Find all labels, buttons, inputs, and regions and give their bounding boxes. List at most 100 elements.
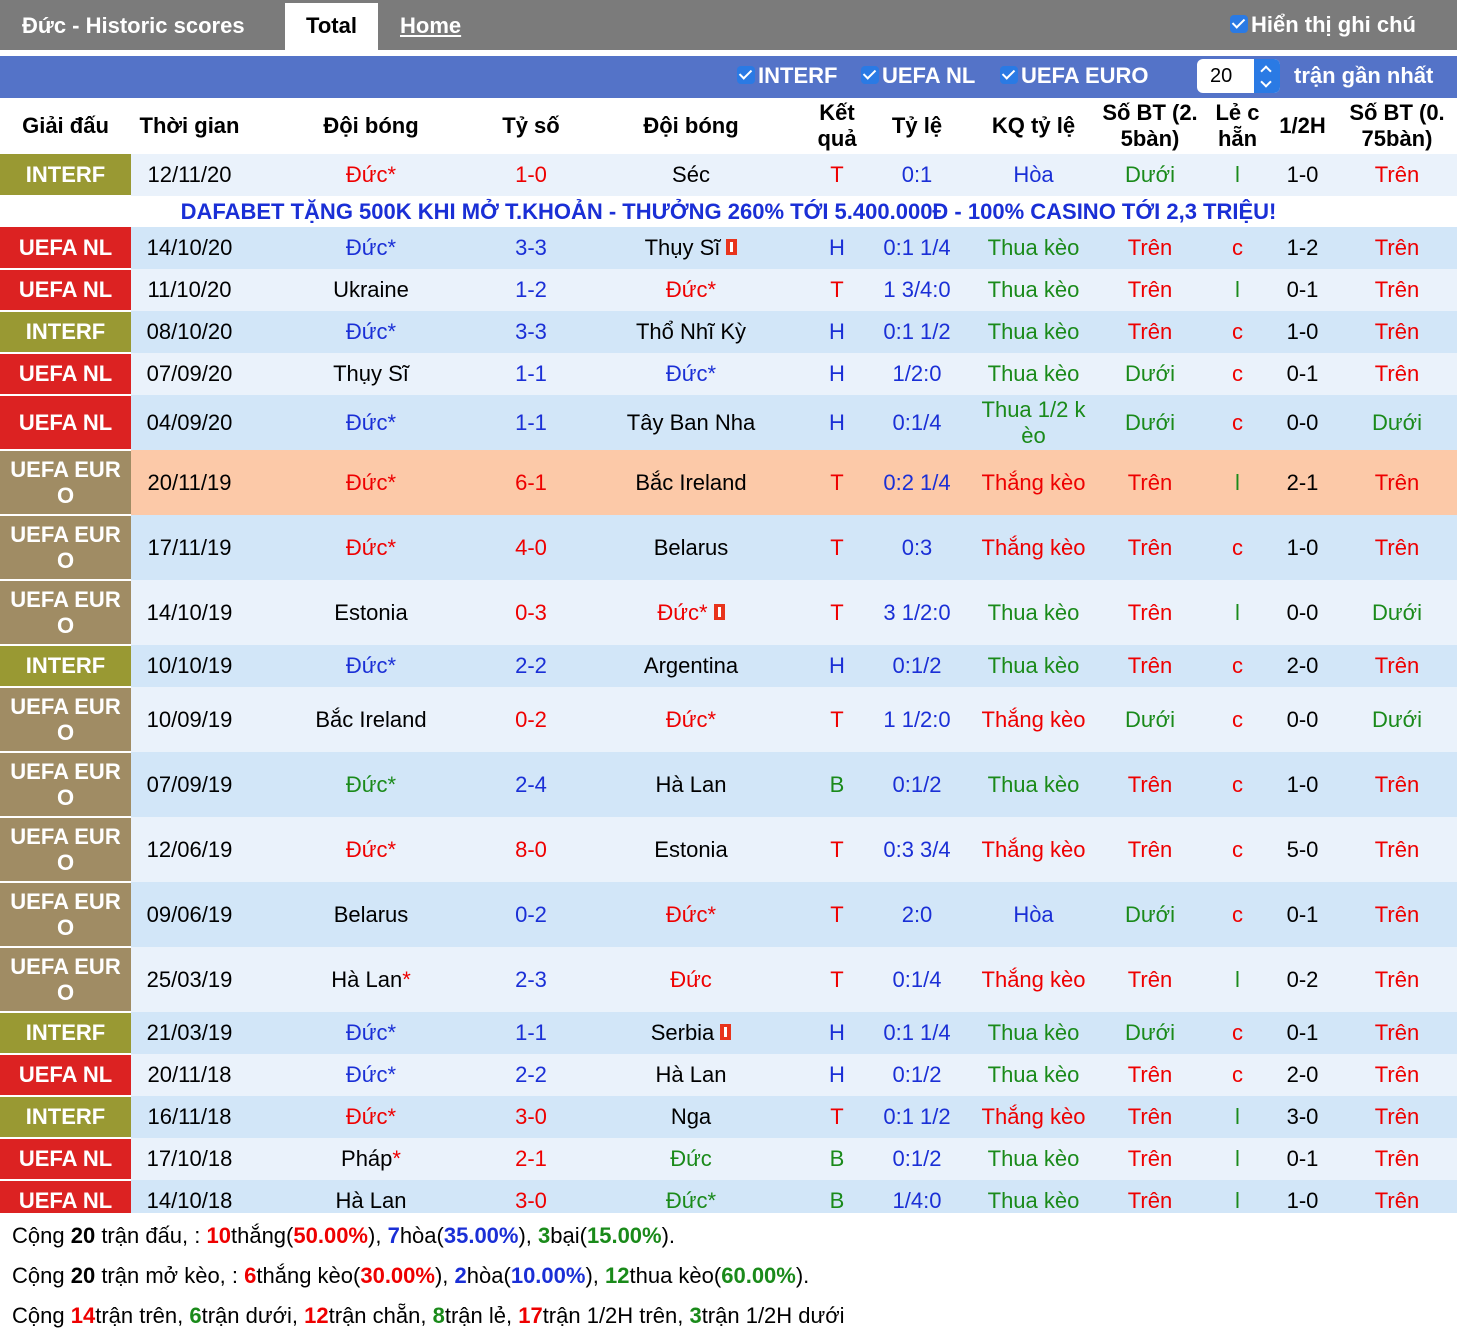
team-name[interactable]: Đức* bbox=[666, 902, 716, 927]
over-under-half: Trên bbox=[1374, 836, 1420, 862]
away-team[interactable]: Estonia bbox=[568, 817, 814, 882]
over-under: Dưới bbox=[1125, 1020, 1175, 1045]
team-name[interactable]: Estonia bbox=[334, 600, 407, 625]
away-team[interactable]: Tây Ban Nha bbox=[568, 395, 814, 450]
team-name[interactable]: Bắc Ireland bbox=[315, 707, 426, 732]
checkbox-checked-icon[interactable] bbox=[861, 66, 879, 85]
select-arrows-icon[interactable] bbox=[1254, 59, 1280, 93]
home-team[interactable]: Đức* bbox=[248, 154, 494, 196]
home-team[interactable]: Thụy Sĩ bbox=[248, 353, 494, 395]
home-team[interactable]: Đức* bbox=[248, 515, 494, 580]
team-name[interactable]: Pháp bbox=[341, 1146, 392, 1171]
team-name[interactable]: Đức bbox=[670, 967, 712, 992]
team-name[interactable]: Thụy Sĩ bbox=[333, 361, 409, 386]
team-name[interactable]: Tây Ban Nha bbox=[627, 410, 755, 435]
away-team[interactable]: Đức* bbox=[568, 882, 814, 947]
team-name[interactable]: Đức* bbox=[346, 470, 396, 495]
tab-home[interactable]: Home bbox=[400, 13, 461, 39]
team-name[interactable]: Đức* bbox=[346, 1104, 396, 1129]
show-notes-toggle[interactable]: Hiển thị ghi chú bbox=[1230, 12, 1416, 38]
team-name[interactable]: Đức* bbox=[666, 707, 716, 732]
team-name[interactable]: Đức* bbox=[346, 235, 396, 260]
team-name[interactable]: Đức* bbox=[346, 535, 396, 560]
odds: 0:1/2 bbox=[892, 1146, 942, 1171]
league-badge: INTERF bbox=[0, 1096, 131, 1139]
team-name[interactable]: Argentina bbox=[644, 653, 738, 678]
checkbox-checked-icon[interactable] bbox=[1000, 66, 1018, 85]
team-name[interactable]: Thổ Nhĩ Kỳ bbox=[636, 319, 746, 344]
summary-segment: 8 bbox=[432, 1303, 445, 1328]
away-team[interactable]: Belarus bbox=[568, 515, 814, 580]
summary-segment: 17 bbox=[518, 1303, 543, 1328]
away-team[interactable]: Hà Lan bbox=[568, 1054, 814, 1096]
star-marker: * bbox=[402, 966, 411, 992]
team-name[interactable]: Estonia bbox=[654, 837, 727, 862]
team-name[interactable]: Đức* bbox=[346, 319, 396, 344]
over-under-half: Trên bbox=[1374, 235, 1420, 260]
home-team[interactable]: Hà Lan* bbox=[248, 947, 494, 1012]
team-name[interactable]: Đức* bbox=[666, 1188, 716, 1213]
away-team[interactable]: Đức* bbox=[568, 353, 814, 395]
away-team[interactable]: Đức* bbox=[568, 269, 814, 311]
team-name[interactable]: Belarus bbox=[334, 902, 409, 927]
team-name[interactable]: Đức* bbox=[657, 600, 707, 625]
tab-total[interactable]: Total bbox=[285, 3, 378, 51]
filter-uefa-euro[interactable]: UEFA EURO bbox=[1000, 63, 1149, 89]
team-name[interactable]: Hà Lan bbox=[656, 1062, 727, 1087]
team-name[interactable]: Belarus bbox=[654, 535, 729, 560]
team-name[interactable]: Đức* bbox=[666, 361, 716, 386]
away-team[interactable]: Đức bbox=[568, 947, 814, 1012]
team-name[interactable]: Bắc Ireland bbox=[635, 470, 746, 495]
team-name[interactable]: Thụy Sĩ bbox=[645, 235, 721, 260]
team-name[interactable]: Đức* bbox=[346, 162, 396, 187]
home-team[interactable]: Đức* bbox=[248, 1012, 494, 1054]
away-team[interactable]: Đức bbox=[568, 1138, 814, 1180]
match-count-select[interactable]: 20 bbox=[1197, 59, 1280, 93]
team-name[interactable]: Đức* bbox=[346, 1020, 396, 1045]
team-name[interactable]: Ukraine bbox=[333, 277, 409, 302]
home-team[interactable]: Đức* bbox=[248, 1096, 494, 1138]
team-name[interactable]: Đức bbox=[670, 1146, 712, 1171]
away-team[interactable]: Nga bbox=[568, 1096, 814, 1138]
away-team[interactable]: Serbia bbox=[568, 1012, 814, 1054]
home-team[interactable]: Đức* bbox=[248, 227, 494, 269]
checkbox-checked-icon[interactable] bbox=[737, 66, 755, 85]
away-team[interactable]: Argentina bbox=[568, 645, 814, 687]
away-team[interactable]: Đức* bbox=[568, 687, 814, 752]
team-name[interactable]: Đức* bbox=[346, 410, 396, 435]
team-name[interactable]: Hà Lan bbox=[656, 772, 727, 797]
home-team[interactable]: Đức* bbox=[248, 311, 494, 353]
home-team[interactable]: Đức* bbox=[248, 395, 494, 450]
home-team[interactable]: Pháp* bbox=[248, 1138, 494, 1180]
team-name[interactable]: Đức* bbox=[346, 772, 396, 797]
team-name[interactable]: Đức* bbox=[346, 837, 396, 862]
home-team[interactable]: Ukraine bbox=[248, 269, 494, 311]
home-team[interactable]: Đức* bbox=[248, 752, 494, 817]
home-team[interactable]: Bắc Ireland bbox=[248, 687, 494, 752]
checkbox-checked-icon[interactable] bbox=[1230, 15, 1248, 34]
team-name[interactable]: Séc bbox=[672, 162, 710, 187]
home-team[interactable]: Đức* bbox=[248, 450, 494, 515]
team-name[interactable]: Đức* bbox=[346, 1062, 396, 1087]
away-team[interactable]: Đức* bbox=[568, 580, 814, 645]
team-name[interactable]: Hà Lan bbox=[336, 1188, 407, 1213]
home-team[interactable]: Belarus bbox=[248, 882, 494, 947]
ad-banner[interactable]: DAFABET TẶNG 500K KHI MỞ T.KHOẢN - THƯỞN… bbox=[0, 196, 1457, 227]
filter-uefa-nl[interactable]: UEFA NL bbox=[861, 63, 975, 89]
team-name[interactable]: Nga bbox=[671, 1104, 711, 1129]
team-name[interactable]: Đức* bbox=[346, 653, 396, 678]
away-team[interactable]: Hà Lan bbox=[568, 752, 814, 817]
filter-interf[interactable]: INTERF bbox=[737, 63, 837, 89]
team-name[interactable]: Đức* bbox=[666, 277, 716, 302]
team-name[interactable]: Serbia bbox=[651, 1020, 715, 1045]
home-team[interactable]: Estonia bbox=[248, 580, 494, 645]
away-team[interactable]: Thổ Nhĩ Kỳ bbox=[568, 311, 814, 353]
home-team[interactable]: Đức* bbox=[248, 1054, 494, 1096]
away-team[interactable]: Bắc Ireland bbox=[568, 450, 814, 515]
away-team[interactable]: Thụy Sĩ bbox=[568, 227, 814, 269]
away-team[interactable]: Séc bbox=[568, 154, 814, 196]
odds-result: Thua kèo bbox=[987, 235, 1080, 260]
home-team[interactable]: Đức* bbox=[248, 817, 494, 882]
team-name[interactable]: Hà Lan bbox=[331, 967, 402, 992]
home-team[interactable]: Đức* bbox=[248, 645, 494, 687]
